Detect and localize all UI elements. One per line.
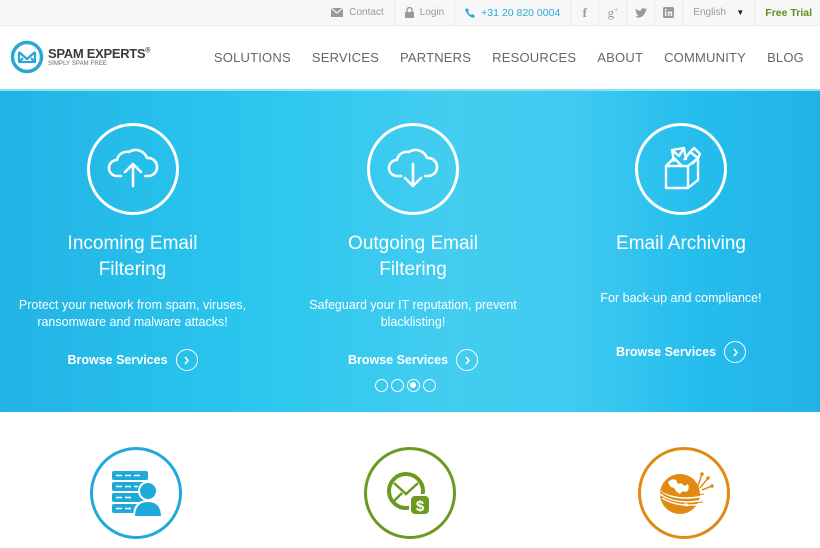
contact-link[interactable]: Contact	[321, 0, 393, 25]
browse-services-button[interactable]: Browse Services	[615, 341, 747, 363]
phone-number: +31 20 820 0004	[481, 6, 561, 19]
nav-community[interactable]: COMMUNITY	[664, 50, 746, 65]
hero-carousel: Incoming Email Filtering Protect your net…	[0, 89, 820, 412]
google-plus-link[interactable]: g+	[598, 0, 626, 25]
carousel-dot-1[interactable]	[375, 379, 388, 392]
logo-envelope-icon	[10, 40, 44, 74]
cloud-download-icon	[367, 123, 459, 215]
nav-services[interactable]: SERVICES	[312, 50, 379, 65]
browse-services-label: Browse Services	[67, 353, 168, 367]
slide-incoming-filtering: Incoming Email Filtering Protect your net…	[0, 123, 265, 371]
feature-server-user[interactable]	[90, 447, 182, 539]
google-plus-icon: g+	[607, 4, 619, 20]
carousel-indicators	[375, 379, 436, 392]
nav-resources[interactable]: RESOURCES	[492, 50, 576, 65]
slide-description: Safeguard your IT reputation, prevent bla…	[309, 298, 517, 329]
carousel-dot-4[interactable]	[423, 379, 436, 392]
logo-name: SPAM EXPERTS®	[48, 46, 151, 61]
twitter-icon	[634, 7, 647, 18]
slide-email-archiving: Email Archiving For back-up and complian…	[580, 123, 782, 363]
feature-global-network[interactable]	[638, 447, 730, 539]
main-header: SPAM EXPERTS® SIMPLY SPAM FREE SOLUTIONS…	[0, 26, 820, 88]
carousel-dot-2[interactable]	[391, 379, 404, 392]
slide-title: Outgoing Email Filtering	[348, 233, 478, 280]
envelope-icon	[331, 8, 344, 17]
svg-text:$: $	[416, 498, 425, 515]
language-select[interactable]: English ▼	[682, 0, 754, 25]
server-user-icon	[112, 471, 164, 518]
slide-title: Email Archiving	[616, 233, 746, 254]
phone-icon	[465, 7, 476, 18]
chevron-right-icon	[175, 349, 198, 371]
login-label: Login	[419, 7, 445, 18]
chevron-right-icon	[456, 349, 479, 371]
free-trial-link[interactable]: Free Trial	[754, 0, 820, 25]
slide-description: Protect your network from spam, viruses,…	[18, 298, 247, 329]
carousel-dot-3-active[interactable]	[407, 379, 420, 392]
twitter-link[interactable]	[626, 0, 654, 25]
language-value: English	[693, 7, 727, 18]
browse-services-label: Browse Services	[615, 345, 717, 359]
slide-outgoing-filtering: Outgoing Email Filtering Safeguard your I…	[285, 123, 541, 371]
nav-partners[interactable]: PARTNERS	[400, 50, 471, 65]
lock-icon	[404, 7, 414, 18]
browse-services-label: Browse Services	[347, 353, 449, 367]
slide-description: For back-up and compliance!	[600, 291, 762, 305]
cloud-upload-icon	[86, 123, 179, 215]
linkedin-icon	[663, 7, 675, 18]
caret-down-icon: ▼	[736, 8, 745, 17]
free-trial-label: Free Trial	[765, 6, 812, 19]
nav-blog[interactable]: BLOG	[767, 50, 804, 65]
login-link[interactable]: Login	[393, 0, 454, 25]
archive-box-icon	[635, 123, 727, 215]
contact-label: Contact	[349, 7, 384, 18]
main-nav: SOLUTIONS SERVICES PARTNERS RESOURCES AB…	[214, 50, 804, 65]
logo[interactable]: SPAM EXPERTS® SIMPLY SPAM FREE	[10, 40, 150, 74]
feature-email-dollar[interactable]: $	[364, 447, 456, 539]
facebook-icon: f	[582, 4, 587, 20]
browse-services-button[interactable]: Browse Services	[67, 349, 198, 371]
logo-tagline: SIMPLY SPAM FREE	[48, 61, 107, 67]
browse-services-button[interactable]: Browse Services	[347, 349, 479, 371]
nav-solutions[interactable]: SOLUTIONS	[214, 50, 291, 65]
globe-network-icon	[659, 472, 714, 514]
slide-title: Incoming Email Filtering	[67, 233, 198, 280]
phone-link[interactable]: +31 20 820 0004	[454, 0, 570, 25]
top-utility-bar: Contact Login +31 20 820 0004 f g+ Engli…	[0, 0, 820, 26]
facebook-link[interactable]: f	[570, 0, 598, 25]
linkedin-link[interactable]	[654, 0, 682, 25]
email-dollar-icon: $	[387, 472, 431, 516]
nav-about[interactable]: ABOUT	[597, 50, 643, 65]
chevron-right-icon	[724, 341, 747, 363]
